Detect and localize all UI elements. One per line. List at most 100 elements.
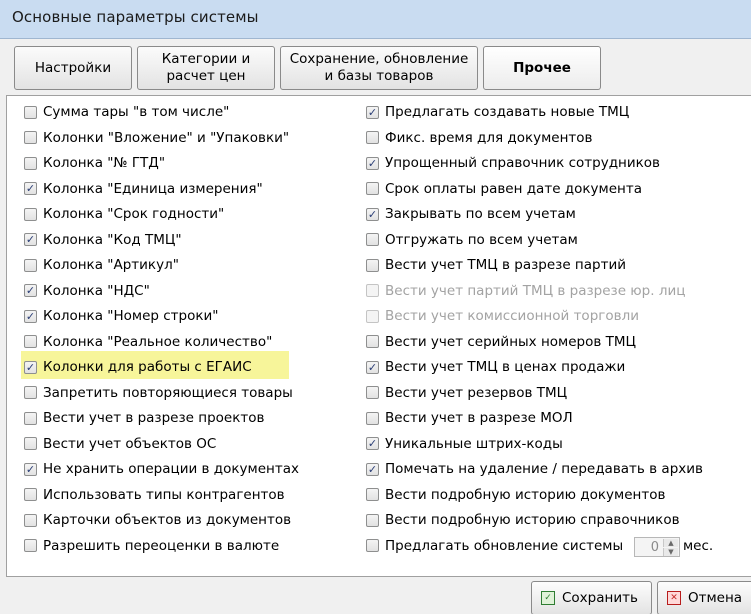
cancel-button[interactable]: ✕ Отмена bbox=[657, 581, 751, 614]
right-option-checkbox-10[interactable]: Вести учет серийных номеров ТМЦ bbox=[366, 332, 636, 352]
checkbox-box[interactable]: ✓ bbox=[366, 462, 379, 476]
cancel-button-label: Отмена bbox=[688, 590, 743, 606]
checkbox-box[interactable] bbox=[24, 513, 37, 527]
checkbox-label: Предлагать создавать новые ТМЦ bbox=[385, 104, 630, 120]
checkbox-box[interactable]: ✓ bbox=[24, 309, 37, 323]
right-option-checkbox-2[interactable]: Фикс. время для документов bbox=[366, 128, 593, 148]
checkbox-box bbox=[366, 309, 379, 323]
checkbox-label: Фикс. время для документов bbox=[385, 129, 593, 146]
checkbox-label: Отгружать по всем учетам bbox=[385, 231, 578, 248]
right-option-checkbox-8: Вести учет партий ТМЦ в разрезе юр. лиц bbox=[366, 281, 685, 301]
left-option-checkbox-5[interactable]: Колонка "Срок годности" bbox=[24, 204, 224, 224]
checkbox-box[interactable] bbox=[24, 258, 37, 272]
tab-settings[interactable]: Настройки bbox=[14, 46, 132, 90]
left-option-checkbox-2[interactable]: Колонки "Вложение" и "Упаковки" bbox=[24, 128, 289, 148]
checkbox-box[interactable]: ✓ bbox=[366, 437, 379, 450]
checkbox-box[interactable]: ✓ bbox=[366, 360, 379, 374]
right-option-checkbox-17[interactable]: Вести подробную историю справочников bbox=[366, 510, 680, 530]
spin-down-icon[interactable]: ▼ bbox=[663, 548, 678, 556]
checkbox-label: Колонки "Вложение" и "Упаковки" bbox=[43, 129, 290, 146]
checkbox-label: Колонки для работы с ЕГАИС bbox=[43, 359, 252, 375]
left-option-checkbox-9[interactable]: ✓ Колонка "Номер строки" bbox=[24, 306, 219, 326]
right-option-checkbox-5[interactable]: ✓ Закрывать по всем учетам bbox=[366, 204, 576, 224]
save-button[interactable]: ✓ Сохранить bbox=[531, 581, 652, 614]
checkbox-box[interactable] bbox=[366, 335, 379, 348]
right-option-checkbox-12[interactable]: Вести учет резервов ТМЦ bbox=[366, 383, 567, 403]
checkbox-label: Уникальные штрих-коды bbox=[385, 435, 563, 452]
checkbox-box[interactable]: ✓ bbox=[24, 360, 37, 374]
checkbox-box[interactable]: ✓ bbox=[366, 105, 379, 119]
checkbox-box[interactable] bbox=[366, 258, 379, 272]
left-option-checkbox-13[interactable]: Вести учет в разрезе проектов bbox=[24, 408, 264, 428]
checkbox-label: Вести учет ТМЦ в ценах продажи bbox=[385, 359, 626, 375]
update-interval-spinner[interactable]: 0 ▲ ▼ bbox=[634, 537, 680, 557]
left-option-checkbox-17[interactable]: Карточки объектов из документов bbox=[24, 510, 291, 530]
checkbox-box[interactable]: ✓ bbox=[366, 207, 379, 221]
right-option-checkbox-11[interactable]: ✓ Вести учет ТМЦ в ценах продажи bbox=[366, 357, 625, 377]
checkbox-label: Колонка "Код ТМЦ" bbox=[43, 231, 182, 248]
checkbox-box[interactable] bbox=[24, 131, 37, 144]
save-icon: ✓ bbox=[541, 591, 555, 605]
tab-saving-updates[interactable]: Сохранение, обновление и базы товаров bbox=[280, 46, 478, 90]
left-option-checkbox-6[interactable]: ✓ Колонка "Код ТМЦ" bbox=[24, 230, 182, 250]
right-option-checkbox-18[interactable]: Предлагать обновление системы bbox=[366, 536, 623, 556]
tab-other[interactable]: Прочее bbox=[483, 46, 601, 90]
right-option-checkbox-7[interactable]: Вести учет ТМЦ в разрезе партий bbox=[366, 255, 626, 275]
checkbox-box[interactable] bbox=[366, 488, 379, 501]
checkbox-label: Вести подробную историю справочников bbox=[385, 512, 680, 528]
right-option-checkbox-6[interactable]: Отгружать по всем учетам bbox=[366, 230, 578, 250]
left-option-checkbox-16[interactable]: Использовать типы контрагентов bbox=[24, 485, 285, 505]
checkbox-box[interactable]: ✓ bbox=[24, 182, 37, 195]
checkmark-icon: ✓ bbox=[367, 360, 378, 374]
checkbox-box[interactable] bbox=[366, 386, 379, 399]
settings-window: Основные параметры системы Настройки Кат… bbox=[0, 0, 751, 614]
left-option-checkbox-8[interactable]: ✓ Колонка "НДС" bbox=[24, 281, 150, 301]
checkbox-label: Колонка "Номер строки" bbox=[43, 308, 219, 324]
right-option-checkbox-4[interactable]: Срок оплаты равен дате документа bbox=[366, 179, 642, 199]
checkmark-icon: ✓ bbox=[25, 182, 36, 195]
checkbox-box[interactable] bbox=[24, 411, 37, 425]
checkbox-label: Вести учет резервов ТМЦ bbox=[385, 384, 568, 401]
checkbox-box[interactable]: ✓ bbox=[366, 156, 379, 170]
checkbox-box[interactable] bbox=[366, 182, 379, 195]
checkbox-label: Вести учет в разрезе МОЛ bbox=[385, 410, 573, 426]
right-option-checkbox-1[interactable]: ✓ Предлагать создавать новые ТМЦ bbox=[366, 102, 629, 122]
checkbox-box[interactable]: ✓ bbox=[24, 284, 37, 297]
left-option-checkbox-18[interactable]: Разрешить переоценки в валюте bbox=[24, 536, 279, 556]
checkbox-box[interactable]: ✓ bbox=[24, 462, 37, 476]
left-option-checkbox-11[interactable]: ✓ Колонки для работы с ЕГАИС bbox=[24, 357, 252, 377]
left-option-checkbox-10[interactable]: Колонка "Реальное количество" bbox=[24, 332, 272, 352]
left-option-checkbox-14[interactable]: Вести учет объектов ОС bbox=[24, 434, 216, 454]
checkbox-label: Колонка "Единица измерения" bbox=[43, 180, 263, 197]
right-option-checkbox-3[interactable]: ✓ Упрощенный справочник сотрудников bbox=[366, 153, 660, 173]
checkbox-box[interactable] bbox=[366, 233, 379, 246]
checkbox-box[interactable] bbox=[24, 207, 37, 221]
checkbox-box[interactable] bbox=[366, 539, 379, 552]
checkmark-icon: ✓ bbox=[367, 437, 378, 450]
checkbox-box[interactable] bbox=[366, 411, 379, 425]
right-option-checkbox-14[interactable]: ✓ Уникальные штрих-коды bbox=[366, 434, 563, 454]
left-option-checkbox-12[interactable]: Запретить повторяющиеся товары bbox=[24, 383, 293, 403]
spin-up-icon[interactable]: ▲ bbox=[663, 539, 678, 547]
checkmark-icon: ✓ bbox=[367, 462, 378, 476]
left-option-checkbox-1[interactable]: Сумма тары "в том числе" bbox=[24, 102, 229, 122]
checkbox-box[interactable] bbox=[366, 131, 379, 144]
tab-categories-prices[interactable]: Категории и расчет цен bbox=[137, 46, 275, 90]
checkbox-box[interactable] bbox=[24, 386, 37, 399]
checkbox-box[interactable] bbox=[24, 488, 37, 501]
left-option-checkbox-3[interactable]: Колонка "№ ГТД" bbox=[24, 153, 165, 173]
checkbox-box[interactable] bbox=[24, 335, 37, 348]
checkbox-box[interactable]: ✓ bbox=[24, 233, 37, 246]
checkbox-box[interactable] bbox=[366, 513, 379, 527]
right-option-checkbox-16[interactable]: Вести подробную историю документов bbox=[366, 485, 665, 505]
right-option-checkbox-15[interactable]: ✓ Помечать на удаление / передавать в арх… bbox=[366, 459, 703, 479]
checkbox-box[interactable] bbox=[24, 105, 37, 119]
checkbox-box[interactable] bbox=[24, 156, 37, 170]
left-option-checkbox-15[interactable]: ✓ Не хранить операции в документах bbox=[24, 459, 299, 479]
left-option-checkbox-7[interactable]: Колонка "Артикул" bbox=[24, 255, 179, 275]
checkbox-box[interactable] bbox=[24, 437, 37, 450]
checkmark-icon: ✓ bbox=[25, 284, 36, 297]
right-option-checkbox-13[interactable]: Вести учет в разрезе МОЛ bbox=[366, 408, 573, 428]
checkbox-box[interactable] bbox=[24, 539, 37, 552]
left-option-checkbox-4[interactable]: ✓ Колонка "Единица измерения" bbox=[24, 179, 263, 199]
